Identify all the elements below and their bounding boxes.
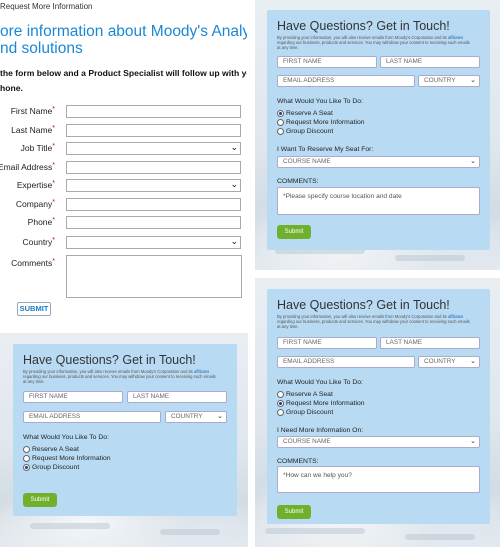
country-select-value: COUNTRY	[171, 413, 203, 420]
card-title: Have Questions? Get in Touch!	[277, 298, 450, 312]
comments-label: COMMENTS:	[277, 458, 319, 465]
radio-icon	[277, 409, 284, 416]
course-select-value: COURSE NAME	[283, 438, 331, 445]
chevron-down-icon: ⌄	[230, 142, 238, 152]
comments-textarea[interactable]: *How can we help you?	[277, 466, 480, 493]
more-info-label: I Need More Information On:	[277, 427, 364, 434]
last-name-row: Last Name*	[0, 124, 247, 138]
phone-input[interactable]	[66, 216, 241, 229]
chevron-down-icon: ⌄	[217, 413, 223, 420]
job-title-label: Job Title*	[20, 143, 55, 153]
company-input[interactable]	[66, 198, 241, 211]
first-name-input[interactable]: FIRST NAME	[277, 56, 377, 68]
submit-button[interactable]: Submit	[277, 505, 311, 519]
comments-label: COMMENTS:	[277, 178, 319, 185]
contact-card-request-info: Have Questions? Get in Touch! By providi…	[267, 289, 490, 524]
intro-text: the form below and a Product Specialist …	[0, 66, 247, 96]
heading-line: nd solutions	[0, 40, 83, 57]
chevron-down-icon: ⌄	[470, 158, 476, 165]
card-title: Have Questions? Get in Touch!	[23, 353, 196, 367]
email-input[interactable]: EMAIL ADDRESS	[23, 411, 161, 423]
heading-line: ore information about Moody's Analytics …	[0, 23, 247, 40]
chevron-down-icon: ⌄	[230, 179, 238, 189]
phone-label: Phone*	[27, 217, 55, 227]
country-select-value: COUNTRY	[424, 77, 456, 84]
legal-text: By providing your information, you will …	[23, 369, 216, 384]
card-title: Have Questions? Get in Touch!	[277, 19, 450, 33]
background-detail	[160, 529, 220, 535]
country-select[interactable]: ⌄	[66, 236, 241, 249]
panel-heading: ore information about Moody's Analytics …	[0, 23, 247, 57]
action-question: What Would You Like To Do:	[277, 98, 363, 105]
course-name-select[interactable]: COURSE NAME ⌄	[277, 156, 480, 168]
country-row: Country* ⌄	[0, 236, 247, 250]
radio-icon	[23, 464, 30, 471]
intro-line: the form below and a Product Specialist …	[0, 68, 247, 78]
radio-icon	[277, 119, 284, 126]
first-name-label: First Name*	[10, 106, 55, 116]
country-select-value: COUNTRY	[424, 358, 456, 365]
email-input[interactable]: EMAIL ADDRESS	[277, 75, 415, 87]
last-name-input[interactable]	[66, 124, 241, 137]
request-info-panel: Request More Information ore information…	[0, 0, 247, 330]
radio-icon	[277, 400, 284, 407]
action-question: What Would You Like To Do:	[277, 379, 363, 386]
first-name-input[interactable]	[66, 105, 241, 118]
course-name-select[interactable]: COURSE NAME ⌄	[277, 436, 480, 448]
radio-icon	[277, 128, 284, 135]
last-name-input[interactable]: LAST NAME	[127, 391, 227, 403]
comments-textarea[interactable]	[66, 255, 242, 298]
background-detail	[30, 523, 110, 529]
radio-icon	[23, 446, 30, 453]
company-row: Company*	[0, 198, 247, 212]
phone-row: Phone*	[0, 216, 247, 230]
last-name-input[interactable]: LAST NAME	[380, 56, 480, 68]
chevron-down-icon: ⌄	[230, 236, 238, 246]
course-select-value: COURSE NAME	[283, 158, 331, 165]
country-label: Country*	[22, 237, 56, 247]
last-name-label: Last Name*	[11, 125, 55, 135]
contact-card-reserve: Have Questions? Get in Touch! By providi…	[267, 10, 490, 250]
legal-text: By providing your information, you will …	[277, 35, 470, 50]
background-detail	[395, 255, 465, 261]
radio-icon	[23, 455, 30, 462]
radio-icon	[277, 391, 284, 398]
email-input[interactable]	[66, 161, 241, 174]
intro-line: hone.	[0, 83, 23, 93]
country-select[interactable]: COUNTRY ⌄	[418, 75, 480, 87]
email-label: Email Address*	[0, 162, 55, 172]
expertise-select[interactable]: ⌄	[66, 179, 241, 192]
contact-card-group: Have Questions? Get in Touch! By providi…	[13, 344, 237, 516]
first-name-row: First Name*	[0, 105, 247, 119]
first-name-input[interactable]: FIRST NAME	[277, 337, 377, 349]
last-name-input[interactable]: LAST NAME	[380, 337, 480, 349]
background-detail	[265, 528, 365, 534]
email-row: Email Address*	[0, 161, 247, 175]
first-name-input[interactable]: FIRST NAME	[23, 391, 123, 403]
submit-button[interactable]: SUBMIT	[17, 302, 51, 316]
comments-textarea[interactable]: *Please specify course location and date	[277, 187, 480, 215]
company-label: Company*	[15, 199, 55, 209]
reserve-seat-label: I Want To Reserve My Seat For:	[277, 146, 374, 153]
country-select[interactable]: COUNTRY ⌄	[165, 411, 227, 423]
submit-button[interactable]: Submit	[23, 493, 57, 507]
panel-tab-title: Request More Information	[0, 2, 93, 11]
chevron-down-icon: ⌄	[470, 358, 476, 365]
comments-label: Comments*	[11, 258, 55, 268]
expertise-row: Expertise* ⌄	[0, 179, 247, 193]
submit-button[interactable]: Submit	[277, 225, 311, 239]
action-question: What Would You Like To Do:	[23, 434, 109, 441]
job-title-row: Job Title* ⌄	[0, 142, 247, 156]
email-input[interactable]: EMAIL ADDRESS	[277, 356, 415, 368]
radio-icon	[277, 110, 284, 117]
expertise-label: Expertise*	[16, 180, 55, 190]
legal-text: By providing your information, you will …	[277, 314, 470, 329]
job-title-select[interactable]: ⌄	[66, 142, 241, 155]
chevron-down-icon: ⌄	[470, 77, 476, 84]
chevron-down-icon: ⌄	[470, 438, 476, 445]
background-detail	[405, 534, 475, 540]
country-select[interactable]: COUNTRY ⌄	[418, 356, 480, 368]
